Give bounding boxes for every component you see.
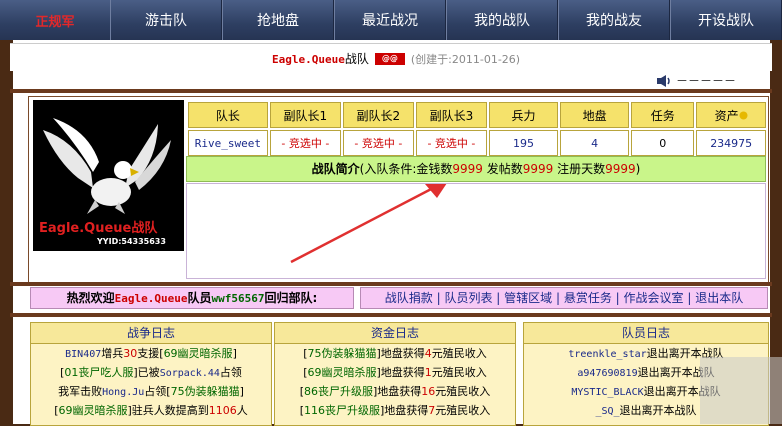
divider-mid <box>10 282 772 286</box>
team-stats-table: 队长 副队长1 副队长2 副队长3 兵力 地盘 任务 资产 Rive_sweet… <box>186 100 768 158</box>
nav-grab-territory[interactable]: 抢地盘 <box>222 0 334 40</box>
missions-value: 0 <box>631 130 695 156</box>
team-intro-content <box>186 183 766 279</box>
funds-log-row: [75伪装躲猫猫]地盘获得4元殖民收入 <box>303 347 487 360</box>
war-log-title: 战争日志 <box>31 323 271 344</box>
nav-create-team[interactable]: 开设战队 <box>670 0 782 40</box>
emblem-title: Eagle.Queue战队 <box>39 221 158 236</box>
war-log-row: BIN407增兵30支援[69幽灵暗杀服] <box>65 347 237 360</box>
watermark-overlay <box>700 357 782 424</box>
divider-bottom <box>10 313 772 317</box>
header-vice3: 副队长3 <box>415 102 487 128</box>
vice1-status[interactable]: - 竞选中 - <box>269 130 341 156</box>
action-donate[interactable]: 战队捐款 <box>385 291 433 305</box>
header-captain: 队长 <box>188 102 268 128</box>
funds-log-row: [86丧尸升级服]地盘获得16元殖民收入 <box>299 385 491 398</box>
territory-value: 4 <box>560 130 630 156</box>
coin-icon <box>739 111 748 119</box>
created-date: (创建于:2011-01-26) <box>410 52 521 66</box>
speaker-icon[interactable] <box>656 74 672 88</box>
team-emblem-badge: @@ <box>374 52 405 65</box>
header-vice1: 副队长1 <box>269 102 341 128</box>
red-arrow-annotation <box>290 184 447 264</box>
header-troops: 兵力 <box>488 102 559 128</box>
team-info-panel: Eagle.Queue战队 YYID:54335633 队长 副队长1 副队长2… <box>28 96 769 283</box>
team-logo-image: Eagle.Queue战队 YYID:54335633 <box>33 100 184 251</box>
sound-control[interactable]: －－－－－ <box>656 72 736 89</box>
divider-top <box>10 89 772 93</box>
welcome-member-link[interactable]: wwf56567 <box>212 292 265 305</box>
vice3-status[interactable]: - 竞选中 - <box>415 130 487 156</box>
war-log-row: [01丧尸吃人服]已被Sorpack.44占领 <box>60 366 242 379</box>
top-nav: 正规军 游击队 抢地盘 最近战况 我的战队 我的战友 开设战队 <box>0 0 782 40</box>
team-title: Eagle.Queue战队 <box>272 52 369 66</box>
header-missions: 任务 <box>631 102 695 128</box>
assets-value: 234975 <box>696 130 766 156</box>
team-actions-bar: 战队捐款 | 队员列表 | 管辖区域 | 悬赏任务 | 作战会议室 | 退出本队 <box>360 287 768 309</box>
action-leave-team[interactable]: 退出本队 <box>695 291 743 305</box>
funds-log-row: [69幽灵暗杀服]地盘获得1元殖民收入 <box>303 366 487 379</box>
nav-logo[interactable]: 正规军 <box>0 0 110 40</box>
volume-dashes: －－－－－ <box>676 74 737 88</box>
funds-log-row: [116丧尸升级服]地盘获得7元殖民收入 <box>299 404 491 417</box>
header-territory: 地盘 <box>560 102 630 128</box>
war-log-row: 我军击败Hong.Ju占领[75伪装躲猫猫] <box>58 385 244 398</box>
team-title-bar: Eagle.Queue战队 @@ (创建于:2011-01-26) <box>10 43 772 71</box>
header-assets: 资产 <box>696 102 766 128</box>
nav-my-comrades[interactable]: 我的战友 <box>558 0 670 40</box>
vice2-status[interactable]: - 竞选中 - <box>342 130 414 156</box>
nav-recent-battles[interactable]: 最近战况 <box>334 0 446 40</box>
nav-my-team[interactable]: 我的战队 <box>446 0 558 40</box>
team-intro-header: 战队简介(入队条件:金钱数9999 发帖数9999 注册天数9999) <box>186 156 766 182</box>
header-vice2: 副队长2 <box>342 102 414 128</box>
emblem-yid: YYID:54335633 <box>97 237 166 246</box>
action-jurisdiction[interactable]: 管辖区域 <box>504 291 552 305</box>
funds-log-title: 资金日志 <box>275 323 515 344</box>
captain-name[interactable]: Rive_sweet <box>188 130 268 156</box>
war-log-row: [69幽灵暗杀服]驻兵人数提高到1106人 <box>54 404 248 417</box>
action-war-room[interactable]: 作战会议室 <box>624 291 684 305</box>
nav-guerrilla[interactable]: 游击队 <box>110 0 222 40</box>
war-log-panel: 战争日志 BIN407增兵30支援[69幽灵暗杀服] [01丧尸吃人服]已被So… <box>30 322 272 426</box>
funds-log-panel: 资金日志 [75伪装躲猫猫]地盘获得4元殖民收入 [69幽灵暗杀服]地盘获得1元… <box>274 322 516 426</box>
member-log-title: 队员日志 <box>524 323 768 344</box>
action-member-list[interactable]: 队员列表 <box>444 291 492 305</box>
troops-value: 195 <box>488 130 559 156</box>
welcome-bar: 热烈欢迎Eagle.Queue队员wwf56567回归部队: <box>30 287 354 309</box>
action-bounty-missions[interactable]: 悬赏任务 <box>564 291 612 305</box>
